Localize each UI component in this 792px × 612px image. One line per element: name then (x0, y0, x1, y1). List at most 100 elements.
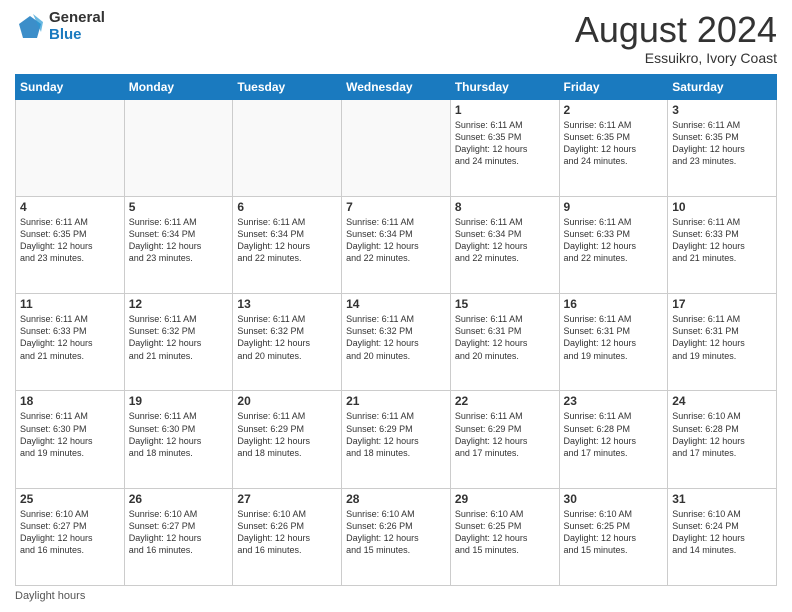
day-info: Sunrise: 6:10 AM Sunset: 6:27 PM Dayligh… (129, 508, 229, 557)
calendar-cell: 30 Sunrise: 6:10 AM Sunset: 6:25 PM Dayli… (559, 488, 668, 585)
calendar-cell: 26 Sunrise: 6:10 AM Sunset: 6:27 PM Dayli… (124, 488, 233, 585)
day-number: 10 (672, 200, 772, 214)
calendar-cell (233, 99, 342, 196)
day-info: Sunrise: 6:11 AM Sunset: 6:33 PM Dayligh… (564, 216, 664, 265)
day-info: Sunrise: 6:11 AM Sunset: 6:31 PM Dayligh… (455, 313, 555, 362)
day-info: Sunrise: 6:10 AM Sunset: 6:28 PM Dayligh… (672, 410, 772, 459)
day-number: 5 (129, 200, 229, 214)
day-number: 22 (455, 394, 555, 408)
day-info: Sunrise: 6:11 AM Sunset: 6:29 PM Dayligh… (346, 410, 446, 459)
calendar-cell: 2 Sunrise: 6:11 AM Sunset: 6:35 PM Daylig… (559, 99, 668, 196)
day-info: Sunrise: 6:11 AM Sunset: 6:35 PM Dayligh… (564, 119, 664, 168)
logo-blue: Blue (49, 27, 105, 44)
day-info: Sunrise: 6:11 AM Sunset: 6:32 PM Dayligh… (346, 313, 446, 362)
calendar-cell: 1Sunrise: 6:11 AM Sunset: 6:35 PM Daylig… (450, 99, 559, 196)
day-info: Sunrise: 6:11 AM Sunset: 6:29 PM Dayligh… (455, 410, 555, 459)
day-number: 13 (237, 297, 337, 311)
calendar-table: SundayMondayTuesdayWednesdayThursdayFrid… (15, 74, 777, 586)
day-number: 21 (346, 394, 446, 408)
calendar-cell: 31 Sunrise: 6:10 AM Sunset: 6:24 PM Dayli… (668, 488, 777, 585)
calendar-cell: 3Sunrise: 6:11 AM Sunset: 6:35 PM Daylig… (668, 99, 777, 196)
day-number: 2 (564, 103, 664, 117)
day-number: 12 (129, 297, 229, 311)
location-subtitle: Essuikro, Ivory Coast (575, 50, 777, 66)
calendar-cell: 16 Sunrise: 6:11 AM Sunset: 6:31 PM Dayli… (559, 294, 668, 391)
day-info: Sunrise: 6:11 AM Sunset: 6:35 PM Dayligh… (455, 119, 555, 168)
day-number: 31 (672, 492, 772, 506)
day-number: 26 (129, 492, 229, 506)
day-info: Sunrise: 6:11 AM Sunset: 6:31 PM Dayligh… (672, 313, 772, 362)
day-header-sunday: Sunday (16, 74, 125, 99)
day-number: 19 (129, 394, 229, 408)
day-number: 8 (455, 200, 555, 214)
day-number: 11 (20, 297, 120, 311)
logo: General Blue (15, 10, 105, 43)
header: General Blue August 2024 Essuikro, Ivory… (15, 10, 777, 66)
calendar-cell: 27 Sunrise: 6:10 AM Sunset: 6:26 PM Dayli… (233, 488, 342, 585)
day-number: 24 (672, 394, 772, 408)
day-header-friday: Friday (559, 74, 668, 99)
page: General Blue August 2024 Essuikro, Ivory… (0, 0, 792, 612)
calendar-cell: 18 Sunrise: 6:11 AM Sunset: 6:30 PM Dayli… (16, 391, 125, 488)
calendar-cell: 10 Sunrise: 6:11 AM Sunset: 6:33 PM Dayli… (668, 196, 777, 293)
day-number: 28 (346, 492, 446, 506)
calendar-cell: 11 Sunrise: 6:11 AM Sunset: 6:33 PM Dayli… (16, 294, 125, 391)
calendar-cell: 6 Sunrise: 6:11 AM Sunset: 6:34 PM Daylig… (233, 196, 342, 293)
day-number: 27 (237, 492, 337, 506)
day-number: 30 (564, 492, 664, 506)
day-number: 3 (672, 103, 772, 117)
day-info: Sunrise: 6:11 AM Sunset: 6:30 PM Dayligh… (20, 410, 120, 459)
day-info: Sunrise: 6:11 AM Sunset: 6:33 PM Dayligh… (672, 216, 772, 265)
calendar-cell: 15 Sunrise: 6:11 AM Sunset: 6:31 PM Dayli… (450, 294, 559, 391)
day-header-tuesday: Tuesday (233, 74, 342, 99)
day-info: Sunrise: 6:11 AM Sunset: 6:35 PM Dayligh… (20, 216, 120, 265)
calendar-cell: 28 Sunrise: 6:10 AM Sunset: 6:26 PM Dayli… (342, 488, 451, 585)
day-info: Sunrise: 6:11 AM Sunset: 6:28 PM Dayligh… (564, 410, 664, 459)
calendar-cell: 14 Sunrise: 6:11 AM Sunset: 6:32 PM Dayli… (342, 294, 451, 391)
day-number: 17 (672, 297, 772, 311)
day-info: Sunrise: 6:11 AM Sunset: 6:32 PM Dayligh… (237, 313, 337, 362)
week-row-4: 25Sunrise: 6:10 AM Sunset: 6:27 PM Dayli… (16, 488, 777, 585)
day-info: Sunrise: 6:11 AM Sunset: 6:34 PM Dayligh… (237, 216, 337, 265)
calendar-cell (124, 99, 233, 196)
calendar-cell: 12Sunrise: 6:11 AM Sunset: 6:32 PM Dayli… (124, 294, 233, 391)
day-number: 4 (20, 200, 120, 214)
week-row-0: 1Sunrise: 6:11 AM Sunset: 6:35 PM Daylig… (16, 99, 777, 196)
day-number: 6 (237, 200, 337, 214)
day-info: Sunrise: 6:10 AM Sunset: 6:26 PM Dayligh… (237, 508, 337, 557)
week-row-3: 18 Sunrise: 6:11 AM Sunset: 6:30 PM Dayli… (16, 391, 777, 488)
calendar-header-row: SundayMondayTuesdayWednesdayThursdayFrid… (16, 74, 777, 99)
day-info: Sunrise: 6:11 AM Sunset: 6:31 PM Dayligh… (564, 313, 664, 362)
day-number: 14 (346, 297, 446, 311)
calendar-cell: 22 Sunrise: 6:11 AM Sunset: 6:29 PM Dayli… (450, 391, 559, 488)
calendar-cell (16, 99, 125, 196)
logo-general: General (49, 10, 105, 27)
calendar-cell: 25Sunrise: 6:10 AM Sunset: 6:27 PM Dayli… (16, 488, 125, 585)
day-info: Sunrise: 6:11 AM Sunset: 6:33 PM Dayligh… (20, 313, 120, 362)
calendar-cell: 20Sunrise: 6:11 AM Sunset: 6:29 PM Dayli… (233, 391, 342, 488)
calendar-cell: 9Sunrise: 6:11 AM Sunset: 6:33 PM Daylig… (559, 196, 668, 293)
day-info: Sunrise: 6:10 AM Sunset: 6:25 PM Dayligh… (564, 508, 664, 557)
calendar-cell: 8Sunrise: 6:11 AM Sunset: 6:34 PM Daylig… (450, 196, 559, 293)
title-block: August 2024 Essuikro, Ivory Coast (575, 10, 777, 66)
day-number: 23 (564, 394, 664, 408)
day-number: 16 (564, 297, 664, 311)
day-number: 7 (346, 200, 446, 214)
day-header-thursday: Thursday (450, 74, 559, 99)
calendar-cell: 5 Sunrise: 6:11 AM Sunset: 6:34 PM Daylig… (124, 196, 233, 293)
day-number: 20 (237, 394, 337, 408)
calendar-cell: 23 Sunrise: 6:11 AM Sunset: 6:28 PM Dayli… (559, 391, 668, 488)
day-number: 18 (20, 394, 120, 408)
logo-icon (15, 12, 45, 42)
day-info: Sunrise: 6:10 AM Sunset: 6:26 PM Dayligh… (346, 508, 446, 557)
day-info: Sunrise: 6:11 AM Sunset: 6:34 PM Dayligh… (129, 216, 229, 265)
day-info: Sunrise: 6:11 AM Sunset: 6:34 PM Dayligh… (346, 216, 446, 265)
calendar-cell (342, 99, 451, 196)
day-number: 15 (455, 297, 555, 311)
calendar-cell: 21 Sunrise: 6:11 AM Sunset: 6:29 PM Dayli… (342, 391, 451, 488)
day-info: Sunrise: 6:11 AM Sunset: 6:30 PM Dayligh… (129, 410, 229, 459)
day-info: Sunrise: 6:10 AM Sunset: 6:27 PM Dayligh… (20, 508, 120, 557)
footer: Daylight hours (15, 590, 777, 602)
day-info: Sunrise: 6:10 AM Sunset: 6:24 PM Dayligh… (672, 508, 772, 557)
calendar-cell: 13 Sunrise: 6:11 AM Sunset: 6:32 PM Dayli… (233, 294, 342, 391)
